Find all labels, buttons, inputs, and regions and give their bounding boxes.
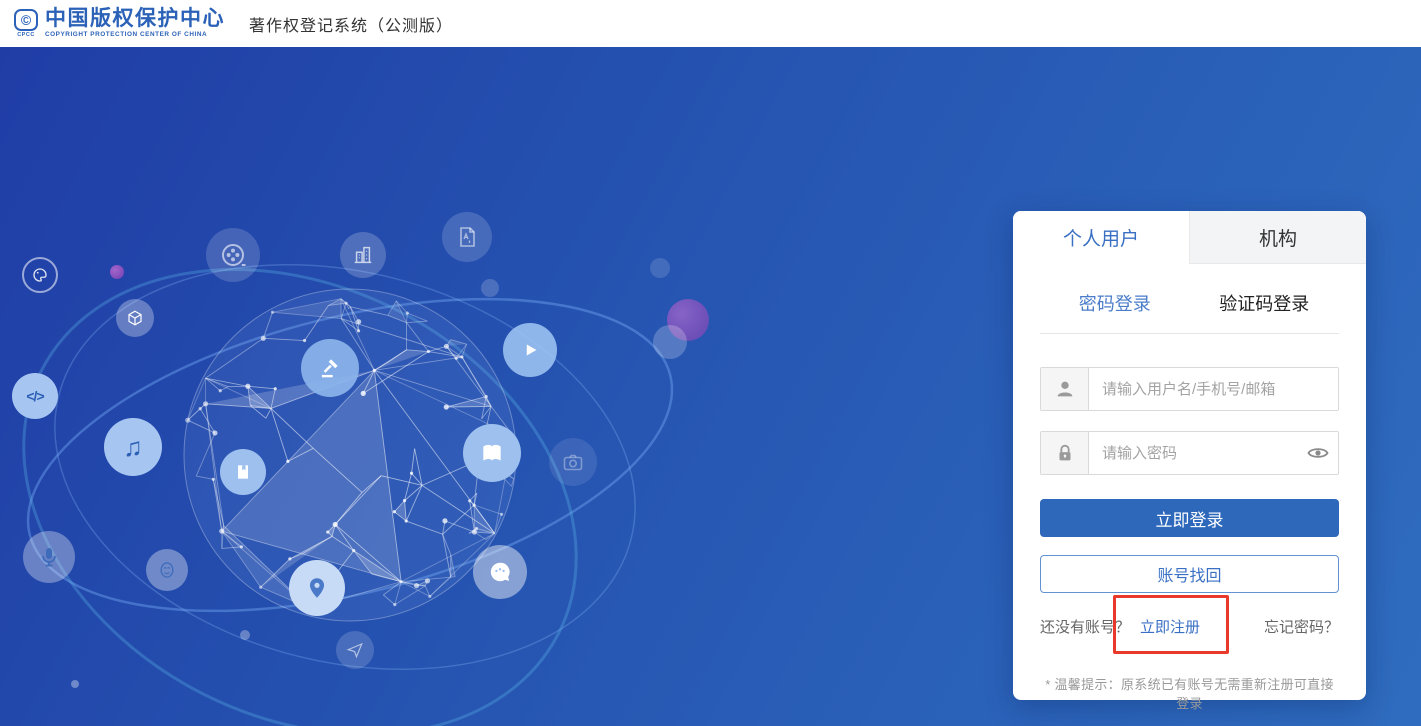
user-icon [1041,368,1089,410]
links-row: 还没有账号？ 立即注册 忘记密码？ [1040,616,1339,637]
code-glyph: </> [26,388,43,404]
tab-personal-user[interactable]: 个人用户 [1013,211,1189,264]
login-button[interactable]: 立即登录 [1040,499,1339,537]
notebook-icon [220,449,266,495]
tip-text: * 温馨提示：原系统已有账号无需重新注册可直接登录 [1040,674,1339,712]
copyright-logo-icon: © CPCC [14,9,38,38]
faded-dot [650,258,670,278]
chat-icon [473,545,527,599]
lock-icon [1041,432,1089,474]
palette-icon [22,257,58,293]
tiny-dot-1 [71,680,79,688]
subtab-code-login[interactable]: 验证码登录 [1190,290,1340,316]
small-dot [481,279,499,297]
password-row [1040,431,1339,475]
microphone-icon [23,531,75,583]
username-row [1040,367,1339,411]
play-icon [503,323,557,377]
logo-name-cn: 中国版权保护中心 [45,8,225,29]
login-mode-tabs: 密码登录 验证码登录 [1013,264,1366,316]
purple-dot [110,265,124,279]
gavel-icon [301,339,359,397]
username-input[interactable] [1089,368,1338,410]
paper-plane-icon [336,631,374,669]
login-form: 立即登录 账号找回 还没有账号？ 立即注册 忘记密码？ * 温馨提示：原系统已有… [1013,334,1366,712]
subtab-password-login[interactable]: 密码登录 [1040,290,1190,316]
password-input[interactable] [1089,432,1298,474]
logo-name-en: COPYRIGHT PROTECTION CENTER OF CHINA [45,32,225,38]
film-icon [206,228,260,282]
page: © CPCC 中国版权保护中心 COPYRIGHT PROTECTION CEN… [0,0,1421,726]
forgot-password-link[interactable]: 忘记密码？ [1264,616,1339,637]
mask-icon [146,549,188,591]
music-icon: ♫ [104,418,162,476]
blue-bubble [653,325,687,359]
login-panel: 个人用户 机构 密码登录 验证码登录 [1013,211,1366,700]
logo-acronym: CPCC [17,32,35,38]
tab-organization[interactable]: 机构 [1189,211,1366,264]
camera-icon [549,438,597,486]
cpcc-logo: © CPCC 中国版权保护中心 COPYRIGHT PROTECTION CEN… [14,8,225,38]
no-account-label: 还没有账号？ [1040,616,1130,637]
tiny-dot-2 [240,630,250,640]
system-title: 著作权登记系统（公测版） [249,12,453,36]
register-link[interactable]: 立即注册 [1140,616,1200,637]
toggle-password-visibility-eye-icon[interactable] [1298,432,1338,474]
globe-illustration [0,47,760,726]
document-icon [442,212,492,262]
copyright-symbol: © [14,9,38,31]
account-recovery-button[interactable]: 账号找回 [1040,555,1339,593]
top-header: © CPCC 中国版权保护中心 COPYRIGHT PROTECTION CEN… [0,0,1421,47]
open-book-icon [463,424,521,482]
cube-icon [116,299,154,337]
building-icon [340,232,386,278]
user-type-tabs: 个人用户 机构 [1013,211,1366,264]
music-glyph: ♫ [123,432,143,463]
location-pin-icon [289,560,345,616]
code-icon: </> [12,373,58,419]
